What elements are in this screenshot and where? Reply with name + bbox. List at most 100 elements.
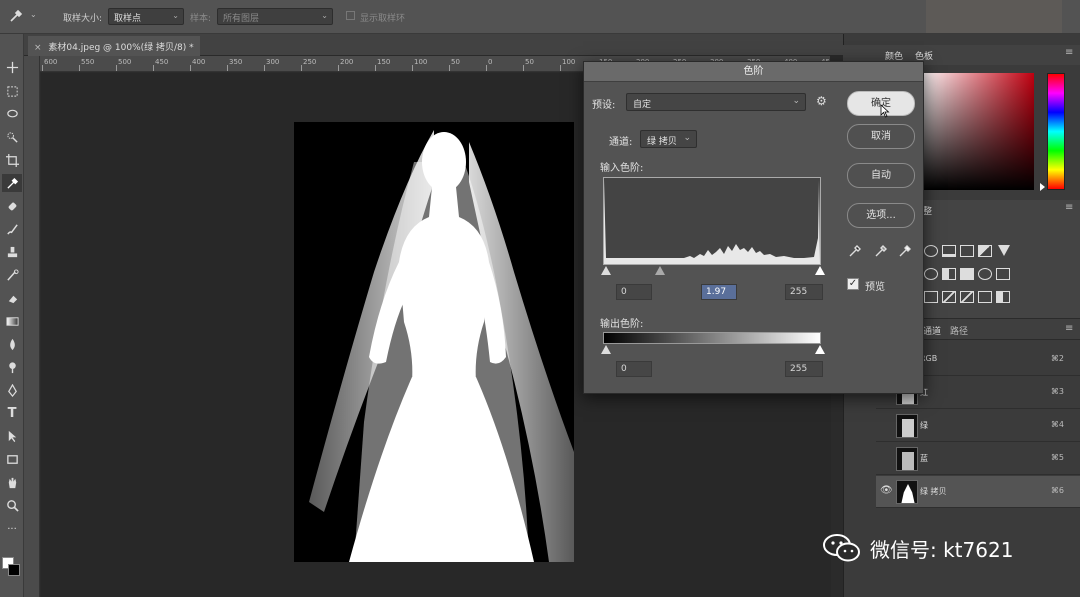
sample-label: 样本: — [190, 14, 212, 24]
output-levels-label: 输出色阶: — [600, 319, 644, 330]
sample-size-select[interactable]: 取样点 ⌄ — [108, 8, 184, 25]
marquee-tool-icon[interactable] — [2, 82, 22, 100]
panel-menu-icon[interactable]: ≡ — [1065, 323, 1073, 334]
ruler-tick-mark — [449, 65, 450, 71]
clone-stamp-tool-icon[interactable] — [2, 243, 22, 261]
vertical-ruler — [24, 56, 40, 597]
path-selection-tool-icon[interactable] — [2, 427, 22, 445]
eraser-tool-icon[interactable] — [2, 289, 22, 307]
gradient-map-icon[interactable] — [978, 291, 992, 303]
channel-row-green[interactable]: 绿 ⌘4 — [876, 410, 1080, 442]
hue-saturation-icon[interactable] — [924, 268, 938, 280]
background-color-swatch[interactable] — [8, 564, 20, 576]
lasso-tool-icon[interactable] — [2, 105, 22, 123]
tool-preset-chevron-icon[interactable]: ⌄ — [30, 10, 37, 19]
color-picker-field[interactable] — [920, 73, 1034, 190]
preview-checkbox[interactable]: ✓ — [847, 278, 859, 290]
hue-slider[interactable] — [1047, 73, 1065, 190]
blur-tool-icon[interactable] — [2, 335, 22, 353]
channel-select[interactable]: 绿 拷贝 ⌄ — [640, 130, 697, 148]
output-white-slider[interactable] — [815, 345, 825, 354]
ruler-tick-mark — [190, 65, 191, 71]
posterize-icon[interactable] — [942, 291, 956, 303]
brush-tool-icon[interactable] — [2, 220, 22, 238]
input-black-slider[interactable] — [601, 266, 611, 275]
photo-filter-icon[interactable] — [978, 268, 992, 280]
show-ring-checkbox[interactable] — [346, 11, 355, 20]
output-black-slider[interactable] — [601, 345, 611, 354]
dodge-tool-icon[interactable] — [2, 358, 22, 376]
levels-icon[interactable] — [942, 245, 956, 257]
threshold-icon[interactable] — [960, 291, 974, 303]
exposure-icon[interactable] — [978, 245, 992, 257]
vibrance-icon[interactable] — [998, 245, 1010, 256]
output-gradient-bar — [603, 332, 821, 344]
channel-thumbnail — [896, 480, 918, 504]
brightness-icon[interactable] — [924, 245, 938, 257]
gradient-tool-icon[interactable] — [2, 312, 22, 330]
tab-paths[interactable]: 路径 — [950, 324, 968, 337]
selective-color-icon[interactable] — [996, 291, 1010, 303]
preset-value: 自定 — [633, 100, 652, 110]
channel-shortcut: ⌘6 — [1050, 486, 1064, 495]
dialog-title: 色阶 — [584, 62, 923, 82]
document-tab[interactable]: × 素材04.jpeg @ 100%(绿 拷贝/8) * — [28, 36, 200, 56]
ruler-tick-mark — [116, 65, 117, 71]
pen-tool-icon[interactable] — [2, 381, 22, 399]
input-levels-label: 输入色阶: — [600, 163, 644, 174]
rectangle-tool-icon[interactable] — [2, 450, 22, 468]
sample-value: 所有图层 — [223, 14, 260, 24]
visibility-eye-icon[interactable]: 👁 — [880, 485, 893, 496]
chevron-down-icon: ⌄ — [321, 11, 328, 20]
input-white-slider[interactable] — [815, 266, 825, 275]
channel-row-blue[interactable]: 蓝 ⌘5 — [876, 443, 1080, 475]
healing-brush-tool-icon[interactable] — [2, 197, 22, 215]
curves-icon[interactable] — [960, 245, 974, 257]
ruler-tick-label: 150 — [377, 58, 391, 66]
adjustments-tab[interactable]: 整 — [923, 204, 932, 217]
input-gamma-field[interactable]: 1.97 — [701, 284, 737, 300]
panel-menu-icon[interactable]: ≡ — [1065, 47, 1073, 58]
auto-button[interactable]: 自动 — [847, 163, 915, 188]
channel-name: 绿 — [920, 421, 928, 430]
channel-row-green-copy[interactable]: 👁 绿 拷贝 ⌘6 — [876, 476, 1080, 508]
options-button[interactable]: 选项... — [847, 203, 915, 228]
ruler-tick-mark — [375, 65, 376, 71]
black-white-icon[interactable] — [960, 268, 974, 280]
color-balance-icon[interactable] — [942, 268, 956, 280]
crop-tool-icon[interactable] — [2, 151, 22, 169]
chevron-down-icon: ⌄ — [172, 11, 179, 20]
tab-channels[interactable]: 通道 — [923, 324, 941, 337]
show-ring-label: 显示取样环 — [360, 14, 406, 24]
invert-icon[interactable] — [924, 291, 938, 303]
output-white-field[interactable]: 255 — [785, 361, 823, 377]
channel-value: 绿 拷贝 — [647, 137, 677, 147]
quick-selection-tool-icon[interactable] — [2, 128, 22, 146]
eyedropper-tool-icon[interactable] — [2, 174, 22, 192]
white-point-eyedropper-icon[interactable] — [898, 244, 912, 261]
type-tool-icon[interactable]: T — [2, 404, 22, 422]
cancel-button[interactable]: 取消 — [847, 124, 915, 149]
black-point-eyedropper-icon[interactable] — [848, 244, 862, 261]
input-white-field[interactable]: 255 — [785, 284, 823, 300]
color-lookup-icon[interactable] — [996, 268, 1010, 280]
preset-select[interactable]: 自定 ⌄ — [626, 93, 806, 111]
ruler-tick-mark — [264, 65, 265, 71]
hand-tool-icon[interactable] — [2, 473, 22, 491]
sample-select[interactable]: 所有图层 ⌄ — [217, 8, 333, 25]
input-black-field[interactable]: 0 — [616, 284, 652, 300]
gear-icon[interactable]: ⚙ — [816, 94, 827, 108]
hue-slider-handle[interactable] — [1040, 183, 1045, 191]
eyedropper-tool-icon[interactable] — [8, 8, 24, 27]
more-tools-icon[interactable]: ··· — [2, 520, 22, 538]
history-brush-tool-icon[interactable] — [2, 266, 22, 284]
output-black-field[interactable]: 0 — [616, 361, 652, 377]
move-tool-icon[interactable] — [2, 58, 22, 76]
ruler-tick-label: 400 — [192, 58, 206, 66]
panel-menu-icon[interactable]: ≡ — [1065, 202, 1073, 213]
ruler-tick-label: 100 — [562, 58, 576, 66]
gray-point-eyedropper-icon[interactable] — [874, 244, 888, 261]
zoom-tool-icon[interactable] — [2, 496, 22, 514]
close-icon[interactable]: × — [34, 43, 42, 53]
input-gamma-slider[interactable] — [655, 266, 665, 275]
